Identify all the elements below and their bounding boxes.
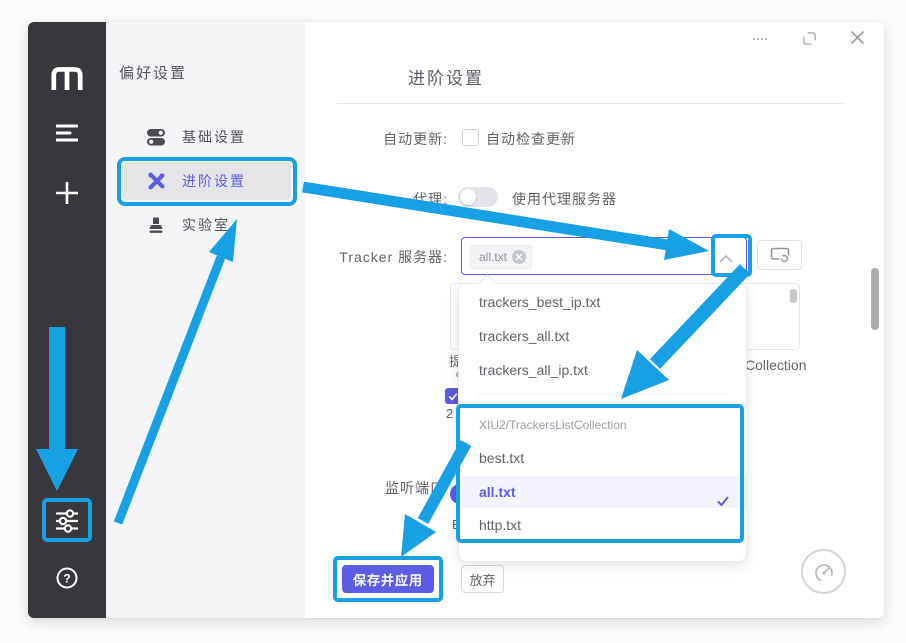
task-list-icon[interactable]	[28, 122, 106, 144]
dropdown-option[interactable]: trackers_best_ip.txt	[459, 286, 746, 318]
dropdown-option-label: all.txt	[479, 484, 516, 500]
tracker-tag: all.txt	[470, 245, 532, 269]
panel-title: 偏好设置	[119, 62, 187, 83]
discard-button[interactable]: 放弃	[461, 565, 504, 593]
help-icon[interactable]: ?	[28, 566, 106, 590]
auto-update-checkbox[interactable]	[462, 129, 479, 146]
listen-port-label: 监听端口	[385, 478, 451, 498]
tracker-tag-label: all.txt	[479, 250, 507, 264]
app-window: ? 偏好设置 基础设置	[28, 22, 884, 618]
svg-text:?: ?	[63, 572, 70, 586]
sync-icon	[770, 247, 790, 264]
add-task-icon[interactable]	[28, 180, 106, 206]
tracker-dropdown: trackers_best_ip.txt trackers_all.txt tr…	[458, 283, 747, 562]
auto-update-label: 自动更新:	[305, 129, 448, 149]
tracker-select[interactable]: all.txt	[461, 237, 747, 275]
toggles-icon	[146, 127, 166, 147]
proxy-toggle[interactable]	[458, 187, 498, 207]
sidebar-item-lab[interactable]: 实验室	[122, 206, 291, 244]
speed-gauge-button[interactable]	[801, 549, 846, 594]
dropdown-option[interactable]: best.txt	[459, 442, 746, 474]
sync-tracker-button[interactable]	[757, 240, 802, 270]
app-sidebar: ?	[28, 22, 106, 618]
main-content: 进阶设置 自动更新: 自动检查更新 代理: 使用代理服务器 Tracker 服务…	[305, 22, 884, 618]
preferences-panel: 偏好设置 基础设置	[106, 22, 305, 618]
tag-close-icon[interactable]	[512, 250, 526, 264]
minimize-icon	[753, 38, 767, 40]
sidebar-item-label: 基础设置	[182, 127, 246, 147]
dropdown-option[interactable]: trackers_all.txt	[459, 320, 746, 352]
close-button[interactable]	[848, 28, 866, 46]
sidebar-item-basic[interactable]: 基础设置	[122, 118, 291, 156]
sidebar-item-advanced[interactable]: 进阶设置	[122, 162, 291, 200]
stamp-icon	[146, 215, 166, 235]
tools-icon	[146, 171, 166, 191]
tracker-label: Tracker 服务器:	[305, 247, 448, 267]
motrix-logo-icon	[50, 64, 84, 90]
text-fragment: 2	[446, 406, 457, 421]
auto-update-option-label: 自动检查更新	[486, 129, 576, 149]
proxy-label: 代理:	[305, 189, 448, 209]
sidebar-item-label: 进阶设置	[182, 171, 246, 191]
page-title: 进阶设置	[408, 64, 484, 89]
close-icon	[850, 30, 865, 45]
screenshot-stage: ? 偏好设置 基础设置	[0, 0, 906, 643]
main-scrollbar[interactable]	[871, 268, 879, 330]
title-divider	[337, 103, 845, 104]
help-text-collection: Collection	[745, 357, 815, 373]
proxy-option-label: 使用代理服务器	[512, 189, 617, 209]
minimize-button[interactable]	[751, 32, 769, 46]
sidebar-item-label: 实验室	[182, 215, 230, 235]
dropdown-divider	[477, 394, 728, 395]
help-text-fragment: 〈	[449, 366, 458, 383]
textarea-scrollbar[interactable]	[790, 289, 797, 303]
dropdown-option-selected[interactable]: all.txt	[459, 476, 746, 508]
gauge-icon	[811, 559, 837, 585]
maximize-icon	[802, 31, 817, 46]
motrix-logo	[28, 62, 106, 92]
chevron-up-icon[interactable]	[718, 251, 734, 269]
dropdown-option[interactable]: http.txt	[459, 509, 746, 541]
save-apply-button[interactable]: 保存并应用	[342, 565, 434, 593]
dropdown-option[interactable]: trackers_all_ip.txt	[459, 354, 746, 386]
preferences-icon[interactable]	[28, 508, 106, 534]
maximize-button[interactable]	[800, 29, 818, 47]
dropdown-group-label: XIU2/TrackersListCollection	[479, 416, 627, 434]
toggle-knob	[460, 189, 476, 205]
